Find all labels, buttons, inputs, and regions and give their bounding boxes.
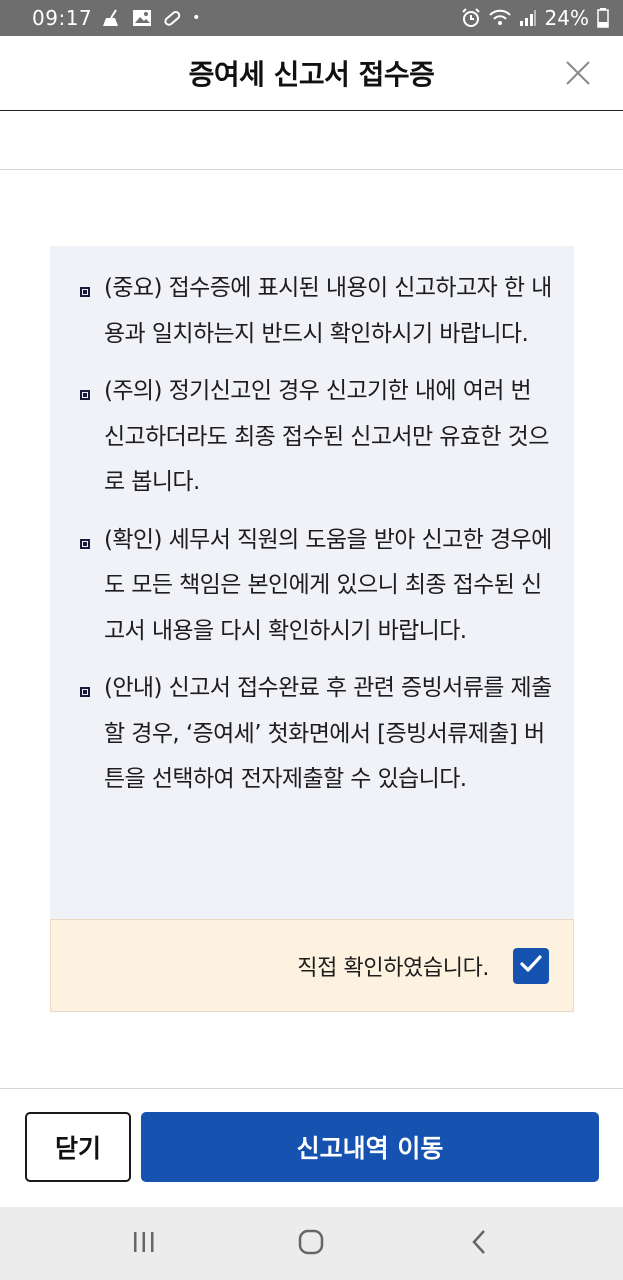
status-time: 09:17 <box>32 6 93 30</box>
go-to-filing-history-button[interactable]: 신고내역 이동 <box>141 1112 599 1182</box>
divider <box>0 1088 623 1089</box>
close-icon <box>565 60 591 90</box>
divider <box>0 169 623 170</box>
image-icon <box>132 9 152 27</box>
notice-text: (확인) 세무서 직원의 도움을 받아 신고한 경우에도 모든 책임은 본인에게… <box>104 526 552 644</box>
back-button[interactable] <box>449 1214 509 1274</box>
confirm-label: 직접 확인하였습니다. <box>297 955 489 981</box>
square-bullet-icon <box>80 538 90 549</box>
square-bullet-icon <box>80 687 90 697</box>
confirm-checkbox[interactable] <box>513 947 549 984</box>
notice-text: (안내) 신고서 접수완료 후 관련 증빙서류를 제출할 경우, ‘증여세’ 첫… <box>104 675 552 792</box>
back-icon <box>471 1229 487 1259</box>
battery-icon <box>597 8 609 28</box>
status-left: 09:17 • <box>32 6 200 30</box>
confirm-box: 직접 확인하였습니다. <box>50 919 574 1012</box>
recent-apps-button[interactable] <box>114 1214 174 1274</box>
pill-icon <box>162 9 182 27</box>
wifi-icon <box>488 9 511 27</box>
notice-item: (안내) 신고서 접수완료 후 관련 증빙서류를 제출할 경우, ‘증여세’ 첫… <box>80 666 552 803</box>
recent-apps-icon <box>132 1231 156 1257</box>
broom-icon <box>102 9 122 27</box>
close-dialog-button[interactable]: 닫기 <box>25 1112 131 1182</box>
close-button[interactable] <box>563 60 593 90</box>
page-title: 증여세 신고서 접수증 <box>188 58 435 91</box>
notice-item: (주의) 정기신고인 경우 신고기한 내에 여러 번 신고하더라도 최종 접수된… <box>80 369 552 506</box>
notice-text: (중요) 접수증에 표시된 내용이 신고하고자 한 내용과 일치하는지 반드시 … <box>104 275 552 347</box>
navigation-bar <box>0 1207 623 1280</box>
battery-percent: 24% <box>544 6 589 30</box>
alarm-icon <box>461 8 481 28</box>
notice-item: (중요) 접수증에 표시된 내용이 신고하고자 한 내용과 일치하는지 반드시 … <box>80 266 552 357</box>
home-button[interactable] <box>281 1214 341 1274</box>
status-bar: 09:17 • 24% <box>0 0 623 36</box>
square-bullet-icon <box>80 390 90 400</box>
status-right: 24% <box>461 6 609 30</box>
square-bullet-icon <box>80 287 90 297</box>
checkmark-icon <box>519 954 543 978</box>
status-dot: • <box>192 10 201 26</box>
notice-text: (주의) 정기신고인 경우 신고기한 내에 여러 번 신고하더라도 최종 접수된… <box>104 378 549 495</box>
page-header: 증여세 신고서 접수증 <box>0 36 623 111</box>
signal-icon <box>519 9 537 27</box>
notice-box: (중요) 접수증에 표시된 내용이 신고하고자 한 내용과 일치하는지 반드시 … <box>50 246 574 920</box>
home-icon <box>298 1229 324 1259</box>
notice-item: (확인) 세무서 직원의 도움을 받아 신고한 경우에도 모든 책임은 본인에게… <box>80 518 552 655</box>
